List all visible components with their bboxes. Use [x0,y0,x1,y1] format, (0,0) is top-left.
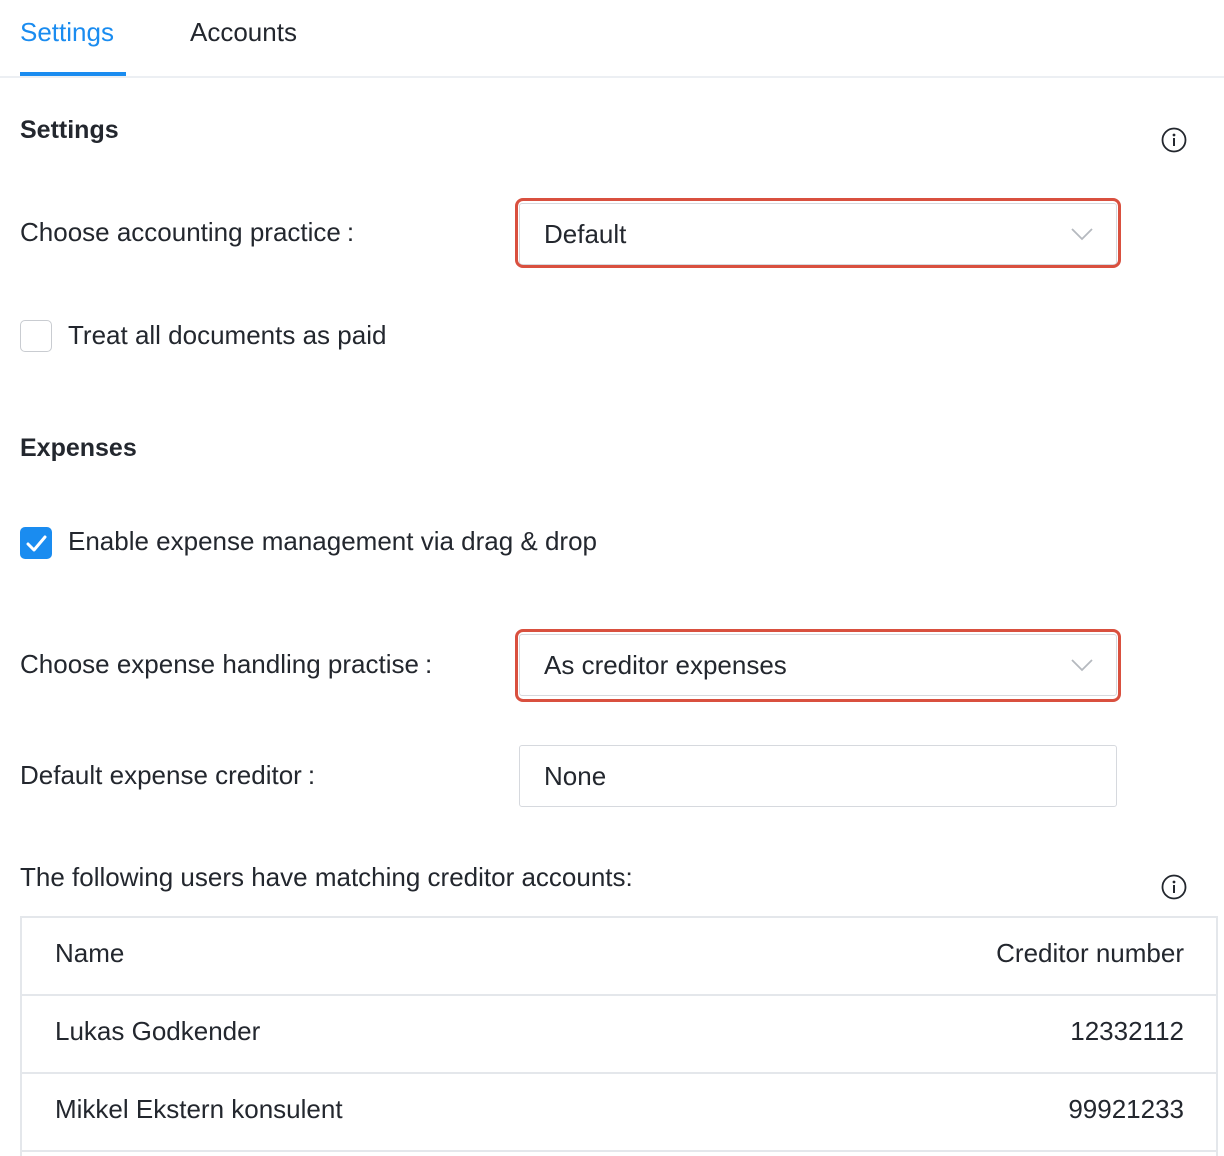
accounting-practice-value: Default [544,219,627,249]
tab-bar: Settings Accounts [0,0,1224,78]
enable-drag-drop-label[interactable]: Enable expense management via drag & dro… [68,526,597,557]
checkmark-icon [26,535,47,552]
enable-drag-drop-checkbox[interactable] [20,527,52,559]
handling-practise-value: As creditor expenses [544,650,787,680]
column-header-name: Name [55,938,125,968]
accounting-practice-select[interactable]: Default [519,203,1117,265]
info-icon[interactable] [1161,127,1187,153]
creditor-table: Name Creditor number Lukas Godkender 123… [20,916,1218,1156]
info-icon[interactable] [1161,874,1187,900]
default-creditor-label: Default expense creditor: [20,760,316,790]
chevron-down-icon [1071,659,1093,672]
default-creditor-input[interactable]: None [519,745,1117,807]
table-row[interactable]: Mikkel Ekstern konsulent 99921233 [22,1074,1216,1152]
table-row[interactable]: Lukas Godkender 12332112 [22,996,1216,1074]
chevron-down-icon [1071,228,1093,241]
treat-paid-checkbox[interactable] [20,320,52,352]
row-name: Mikkel Ekstern konsulent [55,1094,343,1124]
settings-section-title: Settings [20,116,119,144]
handling-practise-label: Choose expense handling practise: [20,649,433,679]
treat-paid-label[interactable]: Treat all documents as paid [68,320,386,351]
table-header-row: Name Creditor number [22,918,1216,996]
matching-users-text: The following users have matching credit… [20,862,633,892]
accounting-practice-label: Choose accounting practice: [20,217,355,247]
expenses-section-title: Expenses [20,434,137,462]
row-name: Lukas Godkender [55,1016,261,1046]
column-header-creditor-number: Creditor number [996,938,1184,968]
tab-accounts[interactable]: Accounts [190,14,297,50]
active-tab-indicator [20,72,126,76]
row-creditor-number: 99921233 [1068,1094,1184,1124]
row-creditor-number: 12332112 [1070,1016,1184,1046]
handling-practise-select[interactable]: As creditor expenses [519,634,1117,696]
tab-settings[interactable]: Settings [20,14,114,50]
